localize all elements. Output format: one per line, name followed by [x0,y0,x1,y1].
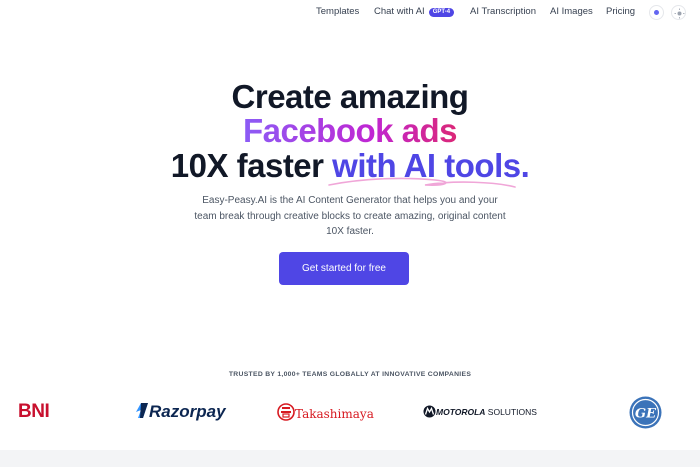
motorola-batwing-icon [423,405,436,418]
takashimaya-emblem-icon [277,403,295,421]
hero-title-line2: Facebook ads [0,112,700,150]
hero-gradient-text: Facebook ads [242,112,458,149]
nav-images-link[interactable]: AI Images [550,6,593,17]
ge-logo: GE [629,396,662,434]
razorpay-mark-icon [136,403,148,418]
trusted-heading: TRUSTED BY 1,000+ TEAMS GLOBALLY AT INNO… [228,371,472,378]
hero-underline-squiggle [328,177,516,188]
language-icon [654,10,659,15]
motorola-solutions-text: SOLUTIONS [485,407,537,417]
nav-transcription-link[interactable]: AI Transcription [470,6,536,17]
theme-toggle-button[interactable] [671,5,686,20]
language-button[interactable] [649,5,664,20]
get-started-button[interactable]: Get started for free [279,252,409,285]
nav-chat-label: Chat with AI [374,6,425,17]
gpt4-badge: GPT-4 [428,7,455,17]
nav-chat-link[interactable]: Chat with AI GPT-4 [374,6,455,17]
razorpay-logo: Razorpay [135,402,226,422]
hero-title-line1: Create amazing [231,78,469,115]
bni-logo: BNI [18,401,50,422]
next-section-band [0,450,700,467]
ge-monogram-text: GE [635,407,657,422]
ge-monogram-icon: GE [629,396,662,429]
nav-pricing-link[interactable]: Pricing [606,6,635,17]
takashimaya-logo: Takashimaya [277,403,374,426]
top-nav: Templates Chat with AI GPT-4 AI Transcrip… [0,0,700,26]
nav-templates-link[interactable]: Templates [316,6,359,17]
hero-plain-text: 10X faster [170,147,333,184]
takashimaya-wordmark: Takashimaya [295,407,374,421]
motorola-wordmark: MOTOROLA SOLUTIONS [436,407,537,417]
hero-subtitle: Easy-Peasy.AI is the AI Content Generato… [194,195,506,237]
motorola-bold-text: MOTOROLA [436,407,486,417]
razorpay-wordmark: Razorpay [149,402,226,421]
motorola-logo: MOTOROLA SOLUTIONS [423,404,537,422]
theme-toggle-icon [674,8,685,19]
